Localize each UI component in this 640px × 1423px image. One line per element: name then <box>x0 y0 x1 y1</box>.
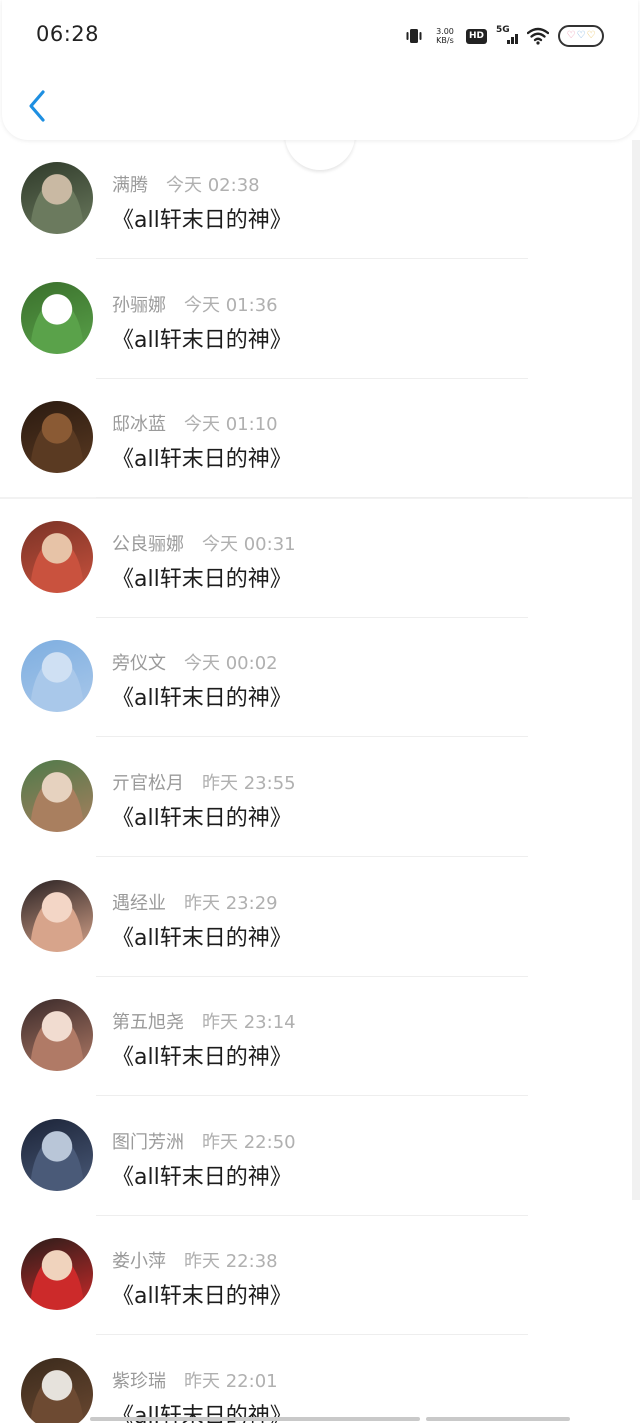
list-item[interactable]: 遇经业 昨天 23:29 《all轩末日的神》 <box>0 858 632 978</box>
message-text: 《all轩末日的神》 <box>112 925 292 951</box>
sender-line: 公良骊娜 今天 00:31 <box>112 530 296 556</box>
avatar[interactable] <box>21 1238 93 1311</box>
avatar[interactable] <box>21 401 93 474</box>
avatar[interactable] <box>21 879 93 952</box>
sender-name: 亓官松月 <box>112 772 184 794</box>
message-timestamp: 昨天 23:55 <box>202 772 296 794</box>
sender-line: 满腾 今天 02:38 <box>112 171 260 197</box>
list-item[interactable]: 第五旭尧 昨天 23:14 《all轩末日的神》 <box>0 977 632 1097</box>
sender-line: 孙骊娜 今天 01:36 <box>112 291 278 317</box>
message-text: 《all轩末日的神》 <box>112 447 292 473</box>
message-timestamp: 今天 00:02 <box>184 653 278 675</box>
avatar[interactable] <box>21 1357 93 1423</box>
sender-line: 旁仪文 今天 00:02 <box>112 649 278 675</box>
message-text: 《all轩末日的神》 <box>112 327 292 353</box>
message-timestamp: 今天 02:38 <box>166 175 260 196</box>
sender-line: 邸冰蓝 今天 01:10 <box>112 410 278 436</box>
status-bar: 06:28 3.00 KB/s HD 5G ♡ ♡ ♡ <box>2 0 638 70</box>
message-text: 《all轩末日的神》 <box>112 1045 292 1071</box>
sender-line: 娄小萍 昨天 22:38 <box>112 1247 278 1273</box>
message-timestamp: 昨天 22:50 <box>202 1131 296 1153</box>
sender-name: 第五旭尧 <box>112 1012 184 1034</box>
sender-line: 亓官松月 昨天 23:55 <box>112 769 296 795</box>
message-text: 《all轩末日的神》 <box>112 805 292 831</box>
back-button[interactable] <box>22 86 52 126</box>
list-item[interactable]: 亓官松月 昨天 23:55 《all轩末日的神》 <box>0 738 632 858</box>
list-item[interactable]: 孙骊娜 今天 01:36 《all轩末日的神》 <box>0 260 632 380</box>
message-timestamp: 今天 01:10 <box>184 414 278 436</box>
status-icons: 3.00 KB/s HD 5G ♡ ♡ ♡ <box>404 24 604 48</box>
avatar[interactable] <box>21 520 93 593</box>
sender-name: 邸冰蓝 <box>112 414 166 436</box>
vibrate-icon <box>404 27 424 45</box>
message-text: 《all轩末日的神》 <box>112 566 292 592</box>
list-item[interactable]: 公良骊娜 今天 00:31 《all轩末日的神》 <box>0 499 632 619</box>
sender-name: 遇经业 <box>112 892 166 914</box>
sender-line: 第五旭尧 昨天 23:14 <box>112 1008 296 1034</box>
sender-line: 遇经业 昨天 23:29 <box>112 889 278 915</box>
list-item[interactable]: 娄小萍 昨天 22:38 《all轩末日的神》 <box>0 1216 632 1336</box>
message-text: 《all轩末日的神》 <box>112 1284 292 1310</box>
message-timestamp: 昨天 22:01 <box>184 1370 278 1392</box>
chevron-left-icon <box>29 90 45 122</box>
message-text: 《all轩末日的神》 <box>112 208 292 233</box>
net-speed-value: 3.00 <box>436 27 454 36</box>
net-speed-indicator: 3.00 KB/s <box>433 27 457 45</box>
message-timestamp: 今天 00:31 <box>202 533 296 555</box>
avatar[interactable] <box>21 281 93 354</box>
list-item[interactable]: 邸冰蓝 今天 01:10 《all轩末日的神》 <box>0 379 632 499</box>
battery-icon: ♡ ♡ ♡ <box>558 25 604 47</box>
status-time: 06:28 <box>36 22 100 46</box>
wifi-icon <box>527 27 549 45</box>
top-bar: 06:28 3.00 KB/s HD 5G ♡ ♡ ♡ <box>2 0 638 140</box>
sender-name: 娄小萍 <box>112 1251 166 1273</box>
sender-name: 孙骊娜 <box>112 294 166 316</box>
net-speed-unit: KB/s <box>436 36 454 45</box>
sender-name: 紫珍瑞 <box>112 1370 166 1392</box>
sender-name: 满腾 <box>112 175 148 196</box>
avatar[interactable] <box>21 640 93 713</box>
5g-signal-icon: 5G <box>496 25 518 46</box>
hd-icon: HD <box>465 28 487 44</box>
message-timestamp: 昨天 23:29 <box>184 892 278 914</box>
message-timestamp: 今天 01:36 <box>184 294 278 316</box>
sender-name: 公良骊娜 <box>112 533 184 555</box>
sender-name: 图门芳洲 <box>112 1131 184 1153</box>
avatar[interactable] <box>21 759 93 832</box>
list-item[interactable]: 图门芳洲 昨天 22:50 《all轩末日的神》 <box>0 1097 632 1217</box>
avatar[interactable] <box>21 162 93 234</box>
sender-name: 旁仪文 <box>112 653 166 675</box>
message-text: 《all轩末日的神》 <box>112 1164 292 1190</box>
home-indicator <box>90 1417 570 1421</box>
sender-line: 紫珍瑞 昨天 22:01 <box>112 1367 278 1393</box>
avatar[interactable] <box>21 999 93 1072</box>
list-item[interactable]: 旁仪文 今天 00:02 《all轩末日的神》 <box>0 618 632 738</box>
scrollbar-track[interactable] <box>632 140 640 1200</box>
message-timestamp: 昨天 22:38 <box>184 1251 278 1273</box>
sender-line: 图门芳洲 昨天 22:50 <box>112 1128 296 1154</box>
list-item[interactable]: 紫珍瑞 昨天 22:01 《all轩末日的神》 <box>0 1336 632 1423</box>
message-text: 《all轩末日的神》 <box>112 686 292 712</box>
message-list: 满腾 今天 02:38 《all轩末日的神》 孙骊娜 今天 01:36 《all轩末日的神… <box>0 140 632 1423</box>
message-timestamp: 昨天 23:14 <box>202 1012 296 1034</box>
avatar[interactable] <box>21 1118 93 1191</box>
